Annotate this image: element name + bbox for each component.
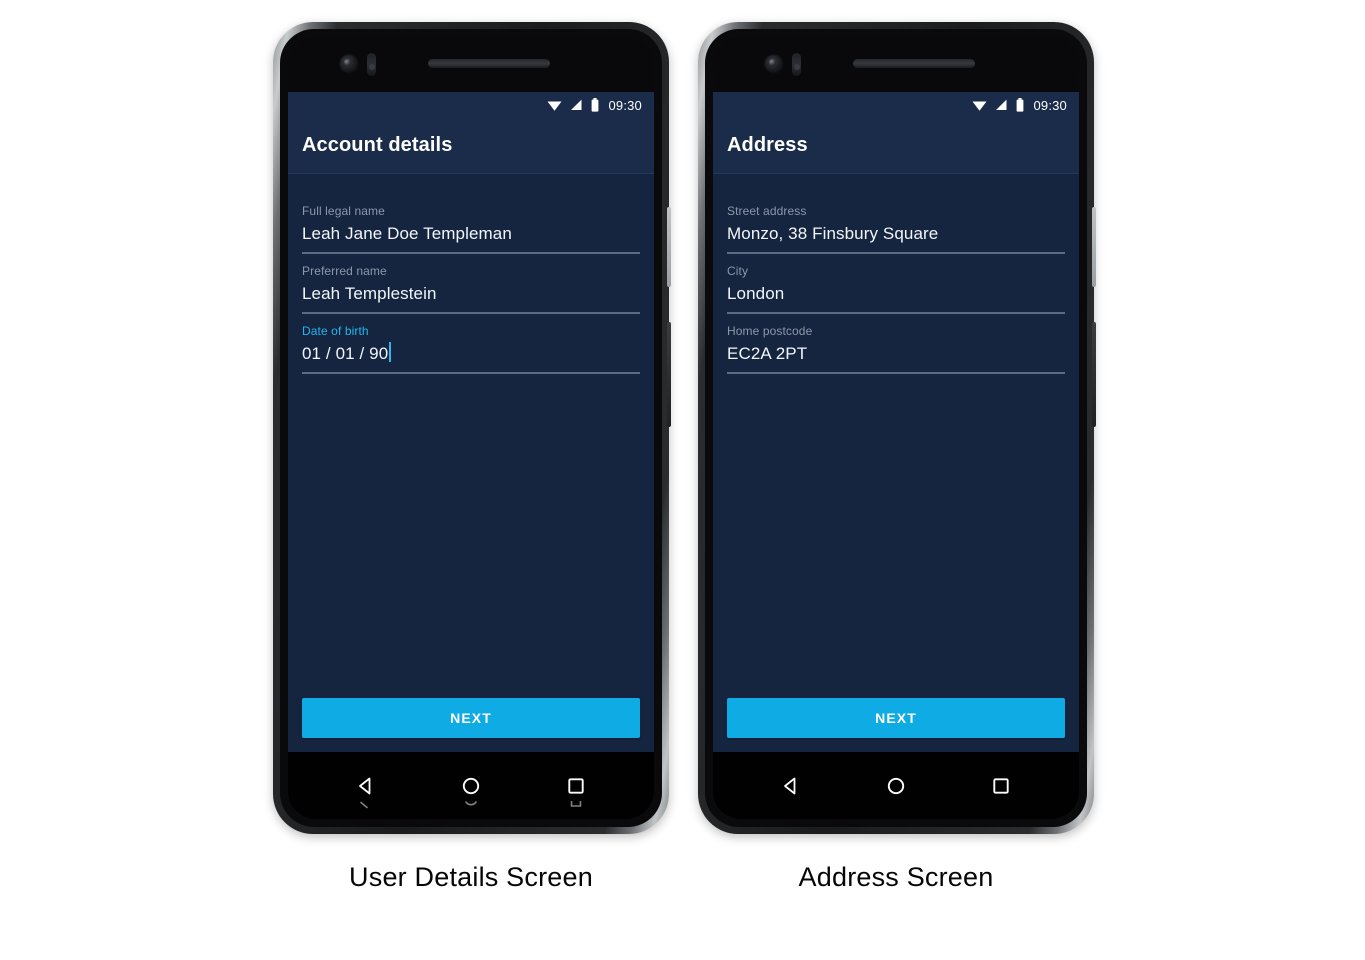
form-area: Full legal name Leah Jane Doe Templeman … [288,174,654,374]
recents-icon [567,777,584,794]
power-button[interactable] [667,322,671,427]
signal-icon [571,99,582,110]
nav-back-button[interactable] [768,763,814,809]
field-street-address[interactable]: Street address Monzo, 38 Finsbury Square [727,202,1065,254]
nav-back-button[interactable] [343,763,389,809]
form-area: Street address Monzo, 38 Finsbury Square… [713,174,1079,374]
field-label: Preferred name [302,264,387,278]
proximity-sensor-icon [792,53,801,76]
top-bezel [288,37,654,92]
back-icon [359,777,371,794]
next-button[interactable]: NEXT [302,698,640,738]
phone-screen: 09:30 Address Street address Monzo, 38 F… [713,92,1079,752]
phone-glass: 09:30 Address Street address Monzo, 38 F… [713,37,1079,819]
phone-mockup-address: 09:30 Address Street address Monzo, 38 F… [698,22,1096,834]
status-bar: 09:30 [713,92,1079,118]
field-preferred-name[interactable]: Preferred name Leah Templestein [302,262,640,314]
recents-icon [992,777,1009,794]
status-bar-time: 09:30 [608,97,642,113]
home-icon [887,777,905,794]
phone-screen: 09:30 Account details Full legal name Le… [288,92,654,752]
app-bar: Account details [288,118,654,174]
field-full-legal-name[interactable]: Full legal name Leah Jane Doe Templeman [302,202,640,254]
front-camera-icon [764,54,784,74]
android-nav-bar [713,752,1079,819]
phone-inner-bezel: 09:30 Address Street address Monzo, 38 F… [705,29,1087,827]
volume-button[interactable] [1092,207,1096,287]
field-date-of-birth[interactable]: Date of birth 01 / 01 / 90 [302,322,640,374]
phone-glass: 09:30 Account details Full legal name Le… [288,37,654,819]
nav-recents-button[interactable] [553,763,599,809]
field-label: Home postcode [727,324,813,338]
field-value: EC2A 2PT [727,344,808,363]
field-label: City [727,264,749,278]
field-label: Full legal name [302,204,385,218]
field-city[interactable]: City London [727,262,1065,314]
page-title: Account details [302,134,453,156]
wifi-icon [547,101,562,111]
home-icon [462,777,480,794]
wifi-icon [972,101,987,111]
app-bar: Address [713,118,1079,174]
home-icon-reflection [448,800,494,809]
next-button[interactable]: NEXT [727,698,1065,738]
back-icon [784,777,796,794]
earpiece-speaker-icon [853,59,975,68]
field-label: Date of birth [302,324,369,338]
proximity-sensor-icon [367,53,376,76]
back-icon-reflection [343,801,389,809]
field-value: Leah Jane Doe Templeman [302,224,512,243]
earpiece-speaker-icon [428,59,550,68]
field-label: Street address [727,204,807,218]
nav-home-button[interactable] [448,763,494,809]
caption-user-details: User Details Screen [349,862,593,892]
phone-inner-bezel: 09:30 Account details Full legal name Le… [280,29,662,827]
volume-button[interactable] [667,207,671,287]
recents-icon-reflection [553,800,599,809]
field-home-postcode[interactable]: Home postcode EC2A 2PT [727,322,1065,374]
page-title: Address [727,134,808,156]
top-bezel [713,37,1079,92]
field-value: Monzo, 38 Finsbury Square [727,224,939,243]
battery-icon [1017,98,1024,112]
power-button[interactable] [1092,322,1096,427]
field-value: London [727,284,785,303]
field-value: 01 / 01 / 90 [302,344,389,363]
text-cursor [389,342,392,362]
primary-action-container: NEXT [302,698,640,738]
signal-icon [996,99,1007,110]
primary-action-container: NEXT [727,698,1065,738]
front-camera-icon [339,54,359,74]
android-nav-bar [288,752,654,819]
caption-address: Address Screen [798,862,994,892]
battery-icon [592,98,599,112]
phone-mockup-user-details: 09:30 Account details Full legal name Le… [273,22,671,834]
status-bar: 09:30 [288,92,654,118]
nav-home-button[interactable] [873,763,919,809]
status-bar-time: 09:30 [1033,97,1067,113]
field-value: Leah Templestein [302,284,437,303]
nav-recents-button[interactable] [978,763,1024,809]
